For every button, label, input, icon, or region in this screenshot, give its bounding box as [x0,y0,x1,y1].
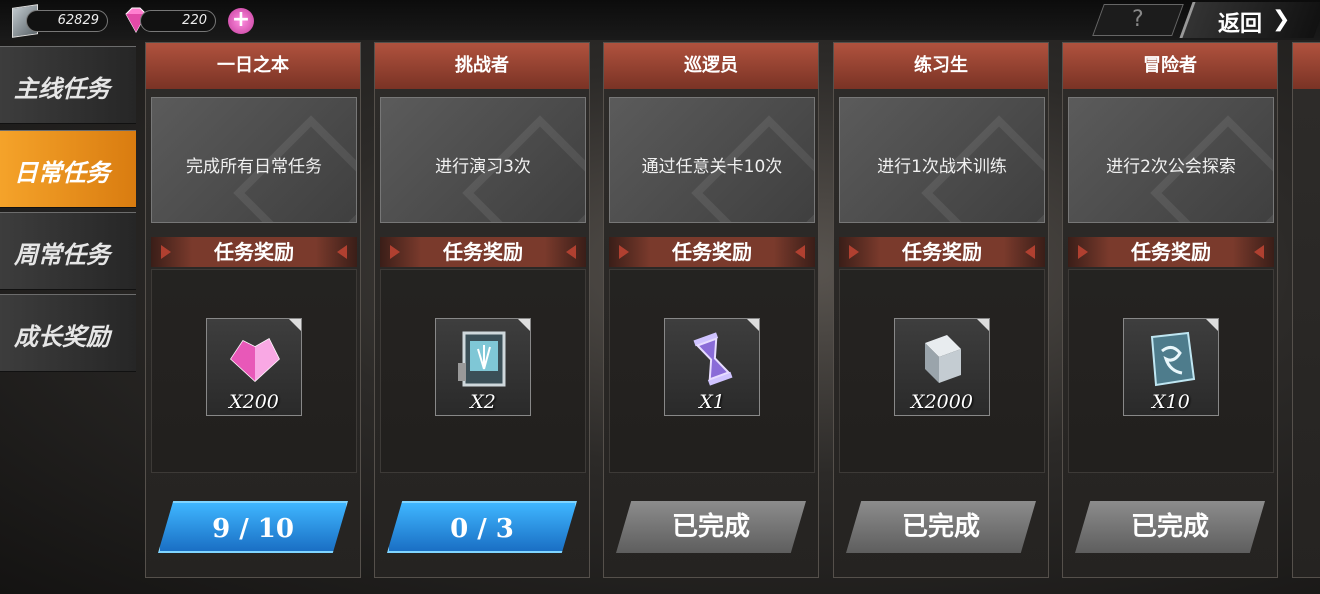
card-header [1293,43,1320,89]
reward-header-label: 任务奖励 [672,240,752,264]
progress-button[interactable]: 9 / 10 [158,501,348,553]
map-crystal-icon [1150,331,1196,387]
reward-header: 任务奖励 [839,237,1045,267]
quest-description: 完成所有日常任务 [186,157,322,177]
reward-header-label: 任务奖励 [1131,240,1211,264]
quest-description-box: 完成所有日常任务 [151,97,357,223]
quest-description: 通过任意关卡10次 [641,157,783,177]
arrow-left-icon [161,245,171,259]
coin-counter: 62829 [26,10,108,32]
tab-label: 日常任务 [14,158,110,187]
status-label: 已完成 [1130,512,1209,542]
arrow-right-icon [566,245,576,259]
card-title: 练习生 [914,55,968,76]
gem-counter: 220 [140,10,216,32]
progress-label: 0 / 3 [450,514,514,544]
quest-description: 进行演习3次 [435,157,531,177]
quest-card: 一日之本 完成所有日常任务 任务奖励 X200 9 / 10 [145,42,361,578]
completed-button[interactable]: 已完成 [616,501,806,553]
tab-label: 主线任务 [14,74,110,103]
reward-header: 任务奖励 [380,237,586,267]
chevron-right-icon[interactable]: ❯ [1272,7,1290,32]
corner-marker-icon [747,319,759,331]
card-title: 巡逻员 [684,55,738,76]
card-header: 巡逻员 [604,43,818,89]
arrow-right-icon [1025,245,1035,259]
reward-area: X2 [380,269,586,473]
coin-value: 62829 [57,13,99,28]
corner-marker-icon [1206,319,1218,331]
notebook-icon [925,335,961,383]
completed-button[interactable]: 已完成 [846,501,1036,553]
reward-header: 任务奖励 [151,237,357,267]
quest-description-box: 进行演习3次 [380,97,586,223]
tab-label: 周常任务 [14,240,110,269]
card-header: 练习生 [834,43,1048,89]
tab-label: 成长奖励 [14,322,110,351]
help-button[interactable]: ? [1092,4,1184,36]
reward-quantity: X200 [229,391,279,413]
reward-item[interactable]: X200 [206,318,302,416]
corner-marker-icon [289,319,301,331]
tab-weekly-quests[interactable]: 周常任务 [0,212,136,290]
reward-item[interactable]: X2 [435,318,531,416]
reward-item[interactable]: X1 [664,318,760,416]
reward-header: 任务奖励 [609,237,815,267]
card-title: 挑战者 [455,55,509,76]
next-quest-card-partial [1292,42,1320,578]
card-header: 挑战者 [375,43,589,89]
arrow-right-icon [795,245,805,259]
reward-header-label: 任务奖励 [902,240,982,264]
card-header: 一日之本 [146,43,360,89]
progress-button[interactable]: 0 / 3 [387,501,577,553]
quest-description-box: 进行1次战术训练 [839,97,1045,223]
back-label[interactable]: 返回 [1218,6,1262,38]
reward-area: X2000 [839,269,1045,473]
arrow-left-icon [849,245,859,259]
arrow-left-icon [619,245,629,259]
reward-quantity: X1 [699,391,725,413]
corner-marker-icon [518,319,530,331]
card-title: 冒险者 [1143,55,1197,76]
status-label: 已完成 [671,512,750,542]
status-label: 已完成 [901,512,980,542]
corner-marker-icon [977,319,989,331]
arrow-left-icon [1078,245,1088,259]
card-header: 冒险者 [1063,43,1277,89]
tab-main-quests[interactable]: 主线任务 [0,46,136,124]
quest-description-box: 通过任意关卡10次 [609,97,815,223]
reward-header: 任务奖励 [1068,237,1274,267]
reward-item[interactable]: X10 [1123,318,1219,416]
hourglass-icon [693,332,733,386]
add-gem-button[interactable]: + [228,8,254,34]
reward-area: X10 [1068,269,1274,473]
reward-area: X200 [151,269,357,473]
arrow-right-icon [1254,245,1264,259]
arrow-right-icon [337,245,347,259]
quest-description: 进行1次战术训练 [877,157,1007,177]
reward-area: X1 [609,269,815,473]
tab-growth-rewards[interactable]: 成长奖励 [0,294,136,372]
quest-description-box: 进行2次公会探索 [1068,97,1274,223]
quest-card: 巡逻员 通过任意关卡10次 任务奖励 X1 已完成 [603,42,819,578]
quest-description: 进行2次公会探索 [1106,157,1236,177]
reward-quantity: X2 [470,391,496,413]
card-title: 一日之本 [217,55,289,76]
pink-gem-icon [230,337,280,383]
arrow-left-icon [390,245,400,259]
help-icon: ? [1132,7,1144,32]
training-ticket-icon [458,331,506,387]
reward-quantity: X10 [1152,391,1190,413]
progress-label: 9 / 10 [212,514,294,544]
quest-card: 练习生 进行1次战术训练 任务奖励 X2000 已完成 [833,42,1049,578]
quest-card: 挑战者 进行演习3次 任务奖励 X2 0 / 3 [374,42,590,578]
reward-quantity: X2000 [911,391,973,413]
completed-button[interactable]: 已完成 [1075,501,1265,553]
reward-item[interactable]: X2000 [894,318,990,416]
quest-card: 冒险者 进行2次公会探索 任务奖励 X10 已完成 [1062,42,1278,578]
reward-header-label: 任务奖励 [214,240,294,264]
tab-daily-quests[interactable]: 日常任务 [0,130,136,208]
reward-header-label: 任务奖励 [443,240,523,264]
gem-value: 220 [182,13,207,28]
